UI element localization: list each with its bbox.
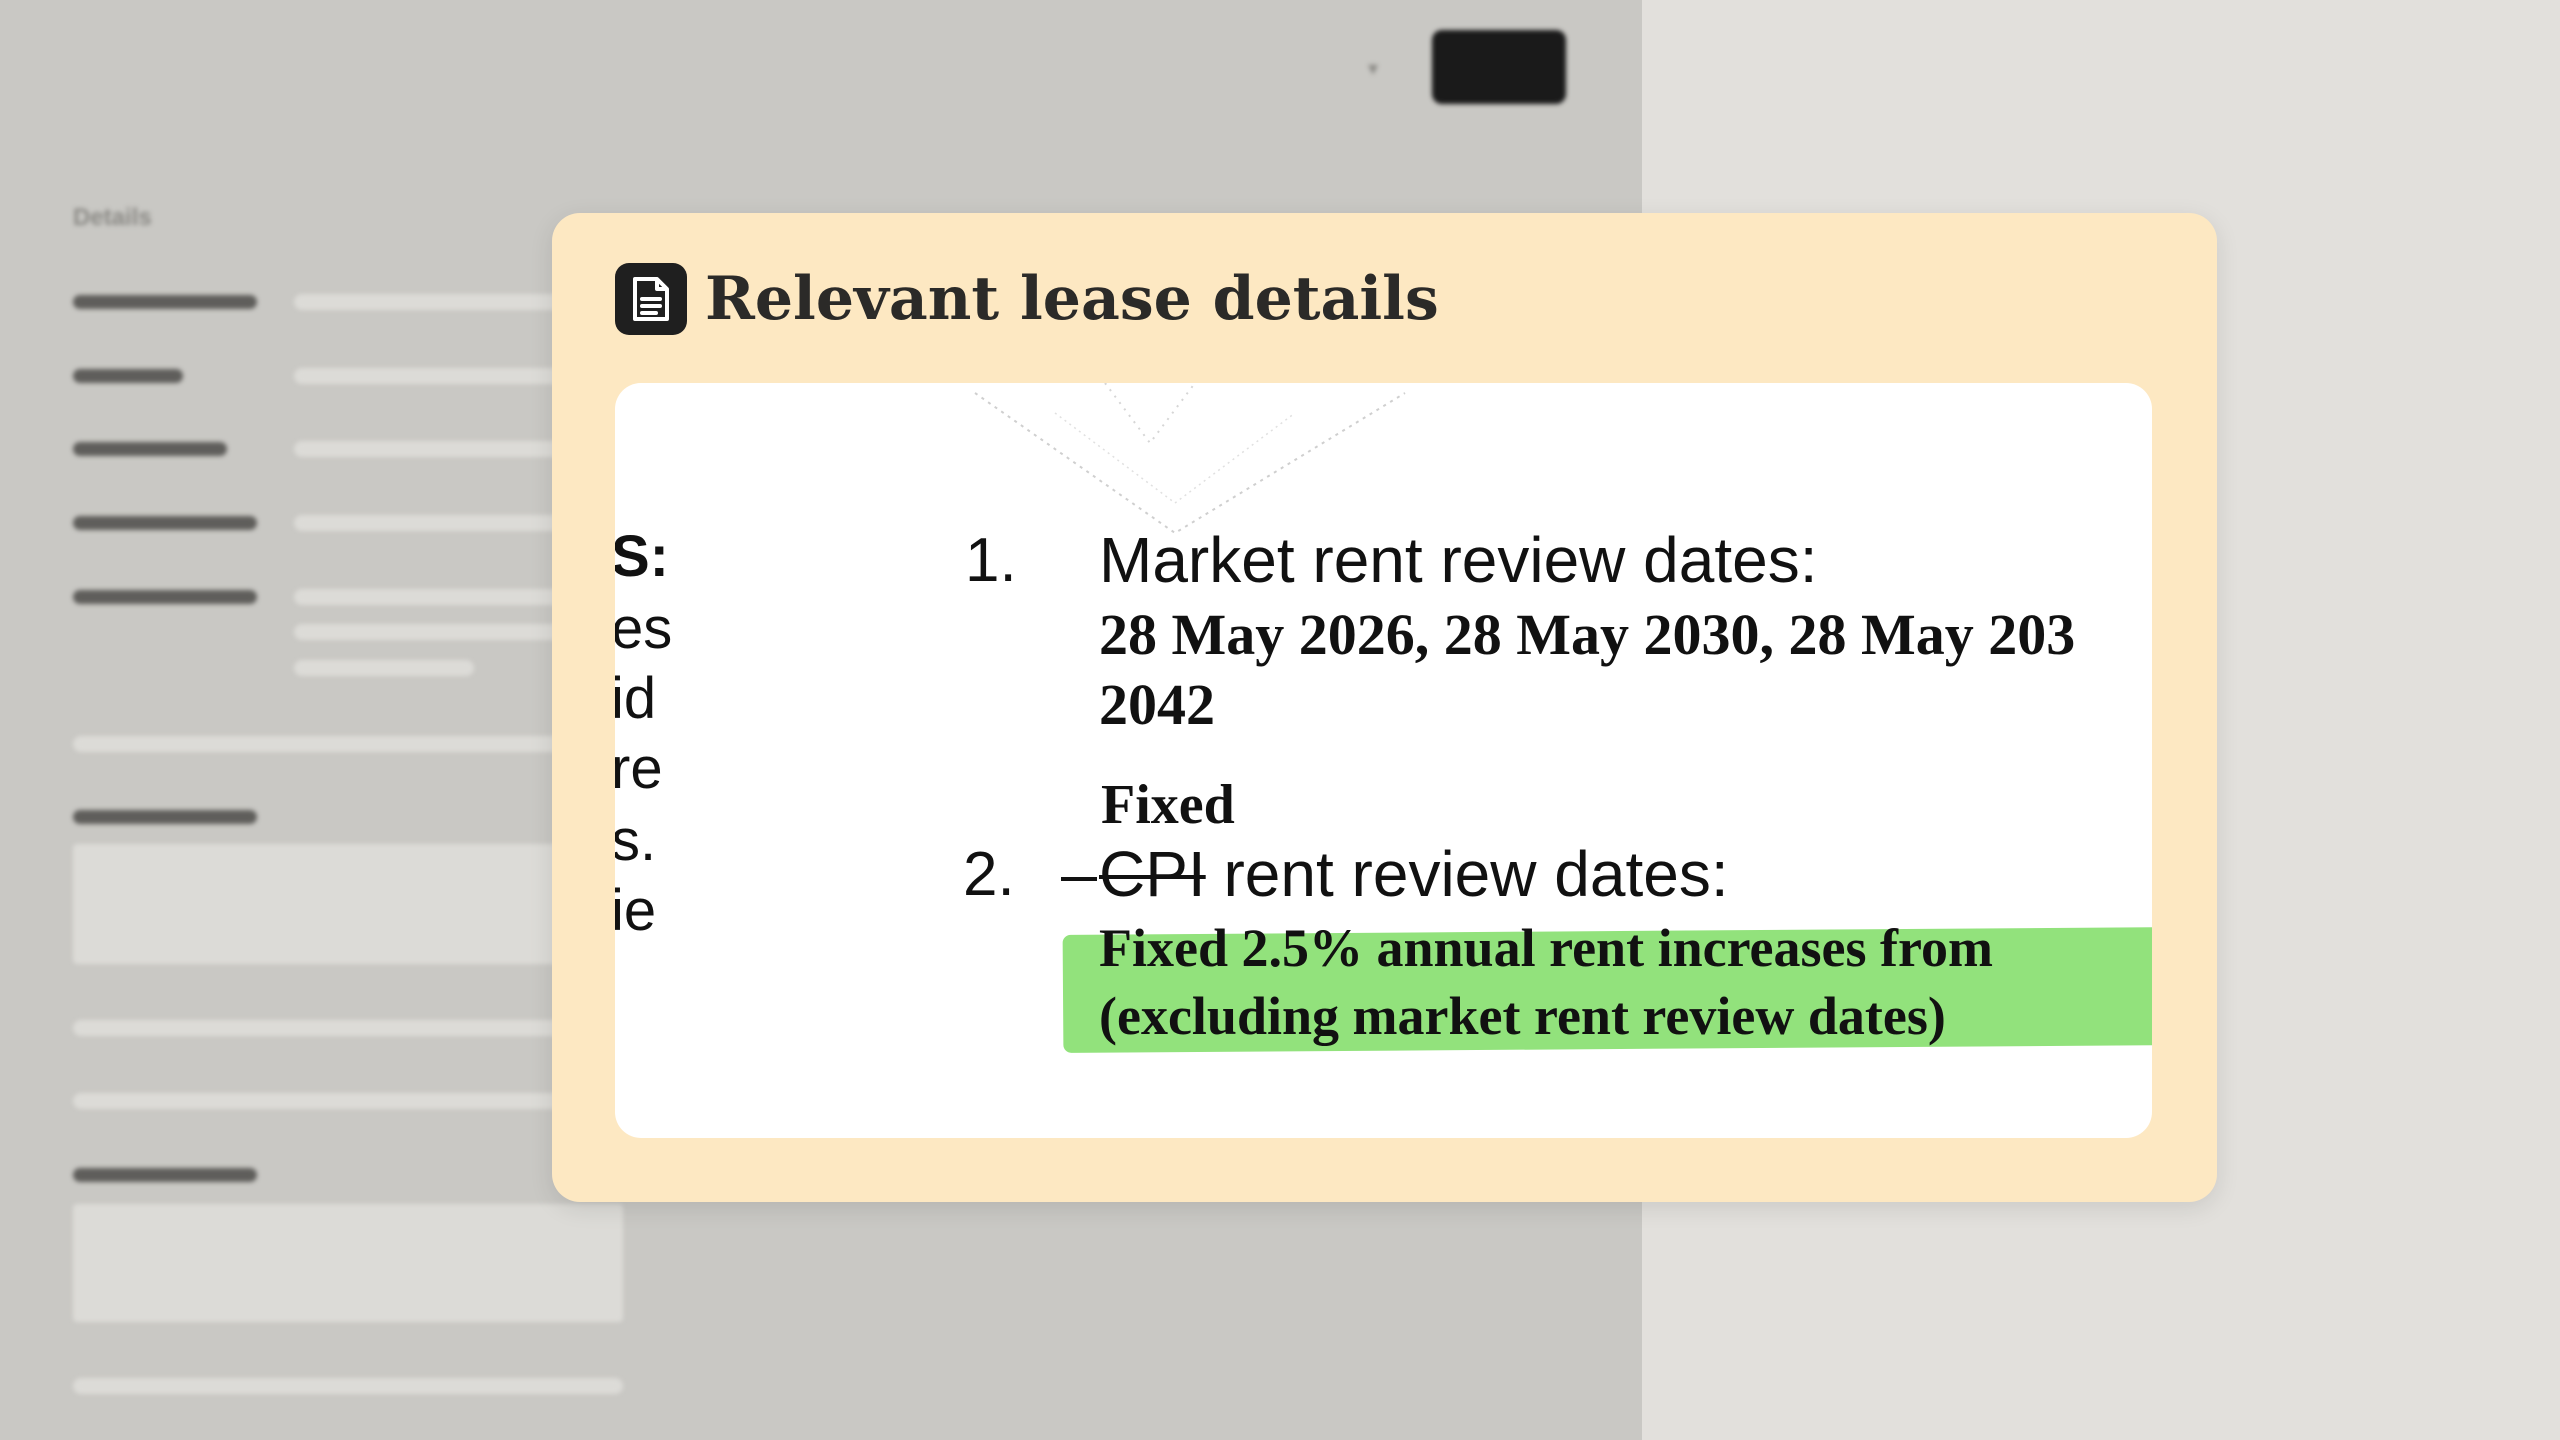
field-label xyxy=(73,295,257,309)
handwritten-annotation: Fixed xyxy=(1101,774,1235,836)
highlighted-clause: (excluding market rent review dates) xyxy=(1099,986,1946,1046)
field-label xyxy=(73,369,183,383)
text-area[interactable] xyxy=(73,1204,623,1322)
cropped-text: s. xyxy=(615,808,657,873)
item-number: 2. xyxy=(963,840,1015,909)
text-area[interactable] xyxy=(73,844,623,964)
cropped-text: S: xyxy=(615,524,669,589)
document-icon xyxy=(615,263,687,335)
field-label xyxy=(73,590,257,604)
item-heading-text: rent review dates: xyxy=(1205,838,1729,910)
cropped-text: es xyxy=(615,596,673,661)
details-heading: Details xyxy=(73,204,152,231)
field-value xyxy=(294,660,474,676)
lease-details-card: Relevant lease details S: es id re s. ie… xyxy=(552,213,2217,1202)
field-value xyxy=(294,294,594,310)
field-value xyxy=(73,1093,623,1109)
item-heading: Market rent review dates: xyxy=(1099,524,1818,596)
item-number: 1. xyxy=(965,526,1017,595)
field-value xyxy=(73,1378,623,1394)
review-dates: 28 May 2026, 28 May 2030, 28 May 203 xyxy=(1099,602,2076,667)
field-label xyxy=(73,1168,257,1182)
card-header: Relevant lease details xyxy=(615,261,1439,337)
lease-document-excerpt: S: es id re s. ie 1. Market rent review … xyxy=(615,383,2152,1138)
field-value xyxy=(73,1020,623,1036)
field-value xyxy=(294,515,594,531)
field-value xyxy=(294,368,594,384)
field-label xyxy=(73,516,257,530)
field-label xyxy=(73,810,257,824)
review-dates: 2042 xyxy=(1099,672,1215,737)
cropped-text: id xyxy=(615,666,657,731)
cropped-text: re xyxy=(615,736,663,801)
card-title: Relevant lease details xyxy=(705,264,1439,334)
cropped-text: ie xyxy=(615,878,657,943)
primary-action-button[interactable] xyxy=(1432,30,1566,104)
field-label xyxy=(73,442,227,456)
chevron-down-icon: ▾ xyxy=(1368,58,1379,80)
field-value xyxy=(294,589,594,605)
field-value xyxy=(294,441,594,457)
scan-artifact xyxy=(974,383,1406,535)
field-value xyxy=(294,624,594,640)
highlighted-clause: Fixed 2.5% annual rent increases from xyxy=(1099,918,1993,978)
struck-text: CPI xyxy=(1099,838,1206,910)
section-divider xyxy=(73,736,593,752)
item-heading: CPI rent review dates: xyxy=(1061,837,1729,911)
